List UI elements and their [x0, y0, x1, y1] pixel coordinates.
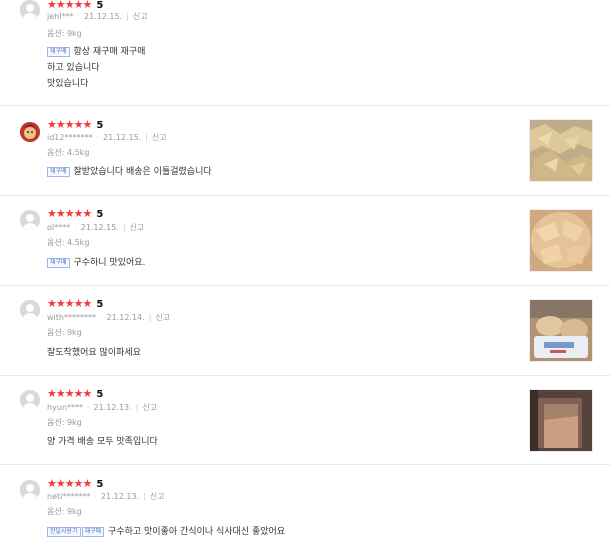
- report-link[interactable]: 신고: [133, 12, 148, 21]
- reviewer-id: hyun****: [47, 403, 83, 412]
- review-line: 잘받았습니다 배송은 이틀걸렸습니다: [73, 167, 212, 177]
- review-text: 한달사용기 재구매 구수하고 맛이좋아 간식이나 식사대신 좋았어요: [47, 524, 285, 540]
- stars-icon: ★★★★★: [47, 297, 92, 310]
- stars-icon: ★★★★★: [47, 207, 92, 220]
- review-date: 21.12.13.: [100, 492, 140, 501]
- purchase-option: 옵션: 9kg: [47, 29, 82, 38]
- user-avatar-icon: [20, 210, 40, 230]
- review-text: 잘도착했어요 많이파세요: [47, 345, 141, 361]
- review-meta: id12******* · 21.12.15. | 신고: [47, 133, 167, 142]
- review-item: ★★★★★ 5 hyun**** · 21.12.13. | 신고 옵션: 9kg 양 가…: [0, 376, 610, 465]
- reviewer-id: ol****: [47, 223, 71, 232]
- user-avatar-icon: [20, 480, 40, 500]
- star-rating: ★★★★★ 5: [47, 298, 103, 311]
- report-link[interactable]: 신고: [130, 223, 145, 232]
- review-photo-thumbnail[interactable]: [529, 389, 593, 452]
- reviewer-id: id12*******: [47, 133, 93, 142]
- star-rating: ★★★★★ 5: [47, 208, 103, 221]
- stars-icon: ★★★★★: [47, 0, 92, 11]
- review-photo-thumbnail[interactable]: [529, 299, 593, 362]
- reviewer-id: jehl***: [47, 12, 74, 21]
- reviewer-id: with********: [47, 313, 96, 322]
- user-avatar-icon: [20, 0, 40, 20]
- purchase-option: 옵션: 9kg: [47, 418, 82, 427]
- report-link[interactable]: 신고: [142, 403, 157, 412]
- review-photo-thumbnail[interactable]: [529, 119, 593, 182]
- review-line: 잘도착했어요 많이파세요: [47, 348, 141, 358]
- star-rating: ★★★★★ 5: [47, 119, 103, 132]
- reviewer-id: neti*******: [47, 492, 91, 501]
- star-rating: ★★★★★ 5: [47, 478, 103, 491]
- review-item: ★★★★★ 5 neti******* · 21.12.13. | 신고 옵션: 9kg …: [0, 465, 610, 541]
- review-text: 양 가격 배송 모두 맛족입니다: [47, 434, 158, 450]
- review-text: 재구매 구수하니 맛있어요.: [47, 255, 145, 271]
- review-meta: jehl*** · 21.12.15. | 신고: [47, 12, 148, 21]
- review-item: ★★★★★ 5 jehl*** · 21.12.15. | 신고 옵션: 9kg 재구매 …: [0, 0, 610, 106]
- purchase-option: 옵션: 4.5kg: [47, 238, 90, 247]
- review-date: 21.12.15.: [83, 12, 123, 21]
- review-date: 21.12.15.: [80, 223, 119, 232]
- star-rating: ★★★★★ 5: [47, 388, 103, 401]
- user-avatar-icon: [20, 300, 40, 320]
- review-line: 양 가격 배송 모두 맛족입니다: [47, 437, 158, 447]
- rating-score: 5: [96, 120, 104, 131]
- review-item: ★★★★★ 5 with******** · 21.12.14. | 신고 옵션: 9kg…: [0, 286, 610, 376]
- rating-score: 5: [96, 479, 104, 490]
- review-date: 21.12.13.: [93, 403, 132, 412]
- star-rating: ★★★★★ 5: [47, 0, 103, 12]
- badge-month-usage: 한달사용기: [47, 527, 81, 537]
- report-link[interactable]: 신고: [155, 313, 170, 322]
- stars-icon: ★★★★★: [47, 118, 92, 131]
- review-item: ★★★★★ 5 ol**** · 21.12.15. | 신고 옵션: 4.5kg 재구매…: [0, 196, 610, 286]
- badge-repurchase: 재구매: [47, 167, 70, 177]
- user-avatar-icon: [20, 390, 40, 410]
- review-date: 21.12.14.: [106, 313, 145, 322]
- purchase-option: 옵션: 9kg: [47, 507, 82, 516]
- report-link[interactable]: 신고: [152, 133, 167, 142]
- review-line: 맛있습니다: [47, 79, 89, 89]
- review-line: 구수하니 맛있어요.: [73, 258, 146, 268]
- review-photo-thumbnail[interactable]: [529, 209, 593, 272]
- rating-score: 5: [96, 389, 104, 400]
- badge-repurchase: 재구매: [47, 258, 70, 268]
- badge-repurchase: 재구매: [81, 527, 105, 537]
- rating-score: 5: [96, 209, 104, 220]
- review-line: 하고 있습니다: [47, 63, 100, 73]
- review-item: ★★★★★ 5 id12******* · 21.12.15. | 신고 옵션: 4.5k…: [0, 106, 610, 196]
- purchase-option: 옵션: 4.5kg: [47, 148, 90, 157]
- stars-icon: ★★★★★: [47, 477, 92, 490]
- review-meta: hyun**** · 21.12.13. | 신고: [47, 403, 158, 412]
- review-line: 구수하고 맛이좋아 간식이나 식사대신 좋았어요: [108, 527, 286, 537]
- user-avatar-icon: [20, 122, 40, 142]
- purchase-option: 옵션: 9kg: [47, 328, 82, 337]
- stars-icon: ★★★★★: [47, 387, 92, 400]
- review-text: 재구매 항상 재구매 재구매 하고 있습니다 맛있습니다: [47, 44, 145, 92]
- rating-score: 5: [96, 299, 104, 310]
- review-text: 재구매 잘받았습니다 배송은 이틀걸렸습니다: [47, 164, 212, 180]
- badge-repurchase: 재구매: [47, 47, 70, 57]
- rating-score: 5: [96, 0, 104, 11]
- review-meta: with******** · 21.12.14. | 신고: [47, 313, 171, 322]
- report-link[interactable]: 신고: [150, 492, 165, 501]
- review-line: 항상 재구매 재구매: [73, 47, 146, 57]
- review-meta: ol**** · 21.12.15. | 신고: [47, 223, 145, 232]
- review-date: 21.12.15.: [103, 133, 142, 142]
- review-meta: neti******* · 21.12.13. | 신고: [47, 492, 165, 501]
